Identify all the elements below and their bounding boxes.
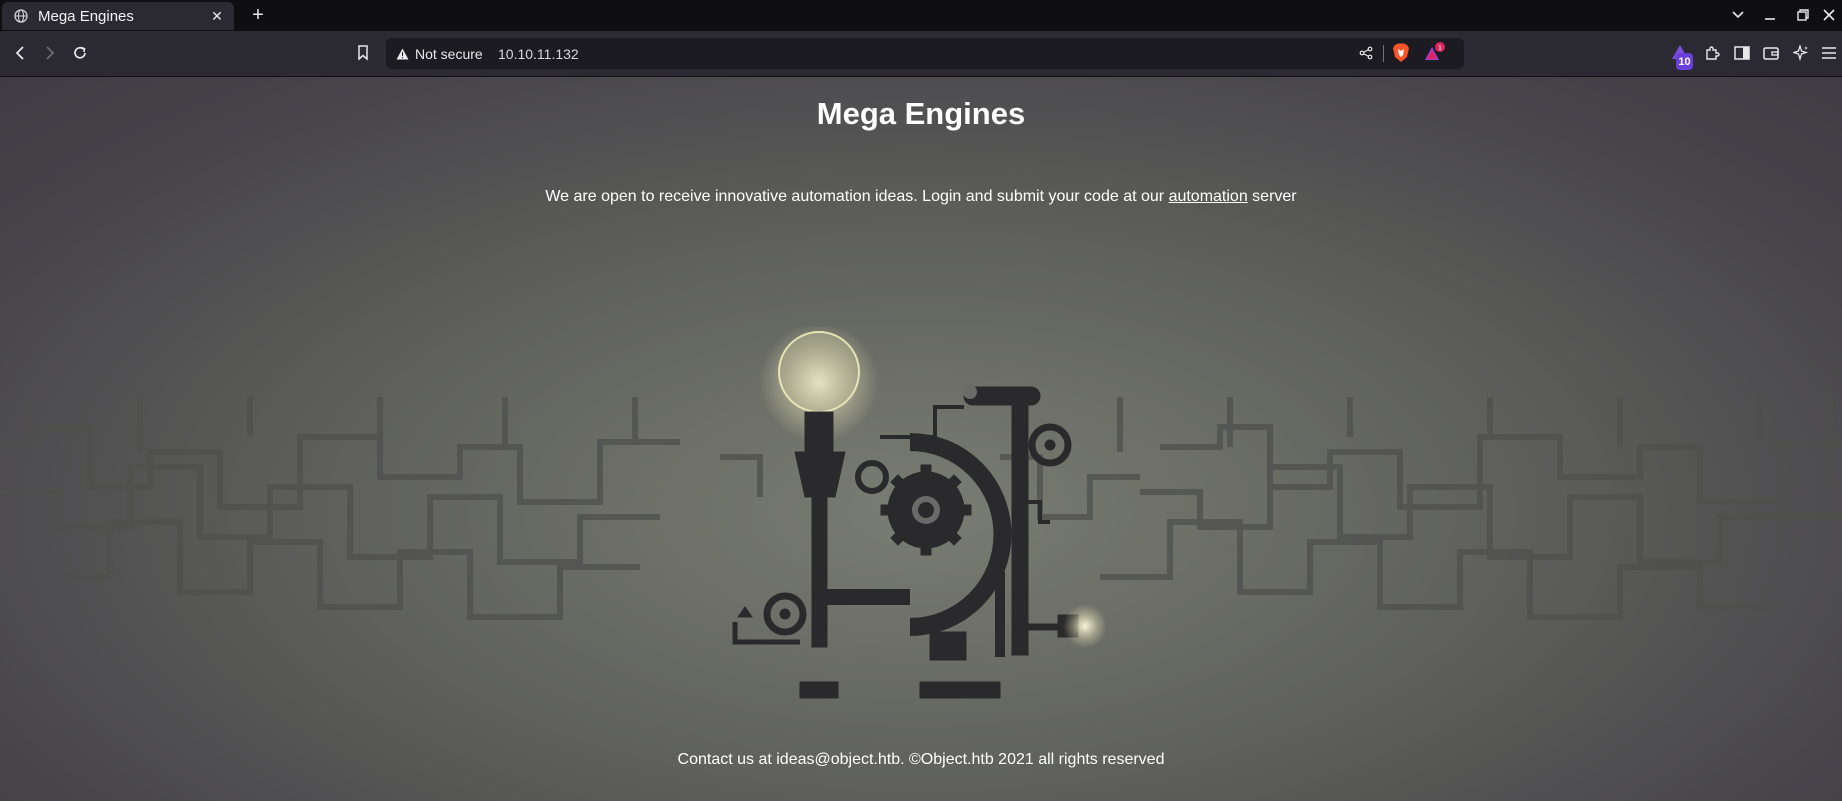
alerts-count: 1 bbox=[1438, 43, 1442, 52]
globe-icon bbox=[14, 9, 28, 23]
security-indicator[interactable]: Not secure bbox=[396, 38, 483, 69]
address-bar[interactable]: Not secure 10.10.11.132 1 bbox=[386, 38, 1464, 69]
new-tab-button[interactable]: + bbox=[247, 4, 269, 26]
share-icon[interactable] bbox=[1355, 42, 1377, 64]
reload-icon[interactable] bbox=[66, 39, 94, 67]
browser-toolbar: Not secure 10.10.11.132 1 bbox=[0, 31, 1842, 77]
engine-machine bbox=[732, 327, 1107, 699]
bookmark-icon[interactable] bbox=[349, 39, 377, 67]
close-window-icon[interactable] bbox=[1816, 3, 1842, 27]
restore-window-icon[interactable] bbox=[1790, 3, 1816, 27]
browser-tab[interactable]: Mega Engines ✕ bbox=[2, 2, 234, 30]
brave-rewards-alert-icon[interactable]: 1 bbox=[1424, 42, 1446, 64]
brave-shields-icon[interactable] bbox=[1390, 42, 1412, 64]
url-text[interactable]: 10.10.11.132 bbox=[498, 38, 579, 69]
extensions-icon[interactable] bbox=[1698, 39, 1726, 67]
url-divider bbox=[1383, 45, 1384, 62]
intro-text-after: server bbox=[1247, 188, 1297, 205]
warning-icon bbox=[396, 48, 409, 60]
machine-illustration bbox=[0, 327, 1842, 699]
web-page: Mega Engines We are open to receive inno… bbox=[0, 77, 1842, 801]
rewards-count-badge: 10 bbox=[1676, 53, 1693, 70]
automation-link[interactable]: automation bbox=[1169, 188, 1248, 205]
menu-icon[interactable] bbox=[1815, 39, 1842, 67]
pulley-wheel bbox=[855, 460, 889, 494]
tab-strip: Mega Engines ✕ + bbox=[0, 0, 1842, 31]
intro-text: We are open to receive innovative automa… bbox=[0, 188, 1842, 206]
leo-ai-icon[interactable] bbox=[1787, 39, 1815, 67]
small-bulb-glow bbox=[1063, 604, 1107, 648]
wallet-icon[interactable] bbox=[1757, 39, 1785, 67]
back-icon[interactable] bbox=[6, 39, 34, 67]
intro-text-before: We are open to receive innovative automa… bbox=[545, 188, 1169, 205]
lightbulb-icon bbox=[778, 331, 860, 413]
tab-title: Mega Engines bbox=[38, 7, 134, 25]
minimize-window-icon[interactable] bbox=[1757, 3, 1783, 27]
close-tab-icon[interactable]: ✕ bbox=[206, 5, 228, 27]
sidebar-toggle-icon[interactable] bbox=[1728, 39, 1756, 67]
page-heading: Mega Engines bbox=[816, 96, 1026, 131]
footer-text: Contact us at ideas@object.htb. ©Object.… bbox=[677, 751, 1165, 768]
security-label: Not secure bbox=[415, 45, 483, 62]
forward-icon[interactable] bbox=[36, 39, 64, 67]
tab-list-chevron-icon[interactable] bbox=[1725, 3, 1751, 27]
